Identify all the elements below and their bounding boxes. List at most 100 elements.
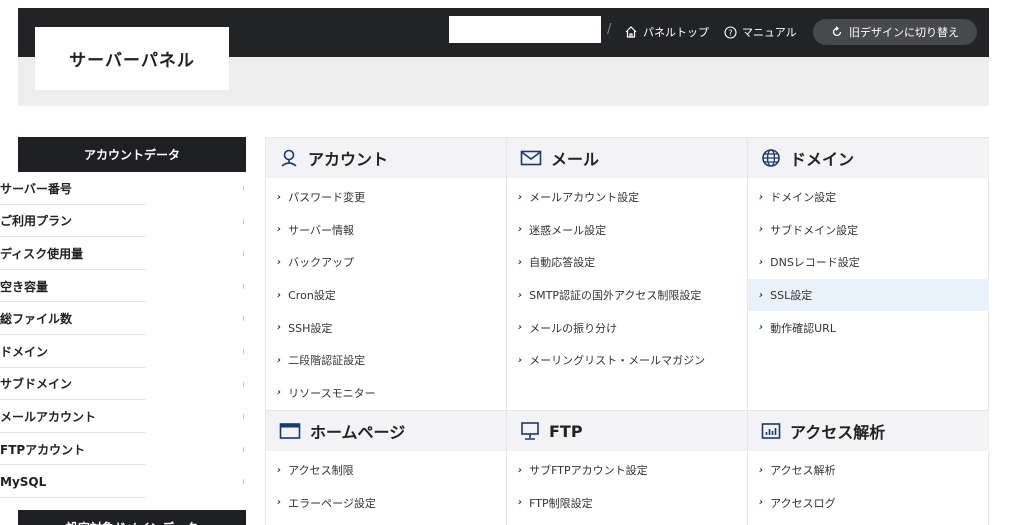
sidebar-item-mysql: MySQL <box>0 465 246 498</box>
menu-grid: アカウント › パスワード変更 › サーバー情報 › バックアップ › Cron設定 ›… <box>265 137 989 525</box>
section-title-account: アカウント <box>308 150 389 169</box>
link-cron[interactable]: › Cron設定 <box>266 279 506 312</box>
chevron-right-icon: › <box>277 289 282 301</box>
chevron-right-icon: › <box>277 322 282 334</box>
sidebar-item-label: ご利用プラン <box>0 214 73 229</box>
link-mail-account[interactable]: › メールアカウント設定 <box>507 181 747 214</box>
link-access-restriction[interactable]: › アクセス制限 <box>266 454 506 487</box>
chevron-right-icon: › <box>277 354 282 366</box>
chevron-right-icon: › <box>518 464 523 476</box>
link-label: SSH設定 <box>288 321 333 335</box>
section-title-homepage: ホームページ <box>310 423 406 442</box>
sidebar-item-subdomain: サブドメイン <box>0 368 246 401</box>
chevron-right-icon: › <box>518 224 523 236</box>
link-label: サブFTPアカウント設定 <box>529 464 648 478</box>
envelope-icon <box>520 150 542 166</box>
sidebar-item-free-space: 空き容量 <box>0 270 246 303</box>
link-label: パスワード変更 <box>288 191 366 205</box>
home-icon <box>625 26 637 38</box>
link-server-info[interactable]: › サーバー情報 <box>266 214 506 247</box>
link-backup[interactable]: › バックアップ <box>266 246 506 279</box>
link-auto-reply[interactable]: › 自動応答設定 <box>507 246 747 279</box>
link-smtp-restriction[interactable]: › SMTP認証の国外アクセス制限設定 <box>507 279 747 312</box>
link-label: 自動応答設定 <box>529 256 596 270</box>
logo-text: サーバーパネル <box>69 51 195 71</box>
sidebar-item-label: サーバー番号 <box>0 181 72 196</box>
link-label: リソースモニター <box>288 386 376 400</box>
link-access-log[interactable]: › アクセスログ <box>748 487 989 520</box>
link-two-factor[interactable]: › 二段階認証設定 <box>266 344 506 377</box>
section-header-account: アカウント <box>266 138 506 178</box>
link-label: メールの振り分け <box>529 321 618 335</box>
link-sub-ftp[interactable]: › サブFTPアカウント設定 <box>507 454 747 487</box>
chevron-right-icon: › <box>518 289 523 301</box>
link-label: エラーページ設定 <box>288 496 376 510</box>
link-test-url[interactable]: › 動作確認URL <box>748 311 989 344</box>
help-circle-icon: ? <box>724 25 737 39</box>
link-spam[interactable]: › 迷惑メール設定 <box>507 214 747 247</box>
logo[interactable]: サーバーパネル <box>35 27 229 90</box>
chevron-right-icon: › <box>277 497 282 509</box>
link-label: アクセス解析 <box>770 464 836 478</box>
link-label: 二段階認証設定 <box>288 354 366 368</box>
link-label: FTP制限設定 <box>529 496 593 510</box>
sidebar-item-label: ドメイン <box>0 344 49 359</box>
chevron-right-icon: › <box>759 289 764 301</box>
link-mail-filter[interactable]: › メールの振り分け <box>507 311 747 344</box>
link-label: メールアカウント設定 <box>529 191 640 205</box>
link-password-change[interactable]: › パスワード変更 <box>266 181 506 214</box>
section-header-homepage: ホームページ <box>266 411 506 451</box>
link-mailing-list[interactable]: › メーリングリスト・メールマガジン <box>507 344 747 377</box>
link-label: 動作確認URL <box>770 321 836 335</box>
link-access-analytics[interactable]: › アクセス解析 <box>748 454 989 487</box>
link-ssl-settings[interactable]: › SSL設定 <box>748 278 989 312</box>
switch-design-button[interactable]: 旧デザインに切り替え <box>813 19 977 45</box>
chevron-right-icon: › <box>518 256 523 268</box>
column-domain-analytics: ドメイン › ドメイン設定 › サブドメイン設定 › DNSレコード設定 › SSL設定… <box>748 138 989 525</box>
monitor-icon <box>521 422 539 440</box>
link-label: メーリングリスト・メールマガジン <box>529 354 706 368</box>
chevron-right-icon: › <box>277 464 282 476</box>
server-input[interactable] <box>449 16 601 43</box>
chevron-right-icon: › <box>518 191 523 203</box>
sidebar-item-label: サブドメイン <box>0 377 73 392</box>
sidebar-item-domain: ドメイン <box>0 335 246 368</box>
link-dns-record[interactable]: › DNSレコード設定 <box>748 246 989 279</box>
link-subdomain-settings[interactable]: › サブドメイン設定 <box>748 214 989 247</box>
link-label: 迷惑メール設定 <box>529 223 607 237</box>
chevron-right-icon: › <box>759 256 764 268</box>
section-header-domain: ドメイン <box>748 138 989 178</box>
manual-link[interactable]: ? マニュアル <box>724 24 797 40</box>
section-title-domain: ドメイン <box>790 150 855 169</box>
chevron-right-icon: › <box>277 387 282 399</box>
sidebar-item-label: メールアカウント <box>0 409 97 424</box>
bar-chart-icon <box>761 423 781 439</box>
chevron-right-icon: › <box>518 322 523 334</box>
link-ftp-restriction[interactable]: › FTP制限設定 <box>507 487 747 520</box>
sidebar-item-mail-account: メールアカウント <box>0 400 246 433</box>
section-header-analytics: アクセス解析 <box>748 411 989 451</box>
sidebar-item-label: ディスク使用量 <box>0 246 84 261</box>
link-resource-monitor[interactable]: › リソースモニター <box>266 377 506 410</box>
panel-top-link[interactable]: パネルトップ <box>624 24 709 40</box>
chevron-right-icon: › <box>277 224 282 236</box>
sidebar-item-file-count: 総ファイル数 <box>0 302 246 335</box>
link-error-page[interactable]: › エラーページ設定 <box>266 487 506 520</box>
globe-icon <box>762 149 780 167</box>
panel-top-label: パネルトップ <box>643 26 709 39</box>
section-title-mail: メール <box>551 150 600 169</box>
manual-label: マニュアル <box>742 26 797 39</box>
section-header-ftp: FTP <box>507 411 747 451</box>
chevron-right-icon: › <box>759 464 764 476</box>
column-mail-ftp: メール › メールアカウント設定 › 迷惑メール設定 › 自動応答設定 › SMTP認証… <box>507 138 748 525</box>
link-domain-settings[interactable]: › ドメイン設定 <box>748 181 989 214</box>
sidebar-item-label: 空き容量 <box>0 279 49 294</box>
sidebar-item-ftp-account: FTPアカウント <box>0 433 246 466</box>
sidebar-title-domain-data: 設定対象ドメインデータ <box>18 510 246 525</box>
sidebar-item-label: 総ファイル数 <box>0 312 73 327</box>
link-label: Cron設定 <box>288 289 336 303</box>
link-ssh[interactable]: › SSH設定 <box>266 311 506 344</box>
chevron-right-icon: › <box>759 322 764 334</box>
svg-text:?: ? <box>728 28 732 37</box>
breadcrumb-separator: / <box>607 22 612 37</box>
